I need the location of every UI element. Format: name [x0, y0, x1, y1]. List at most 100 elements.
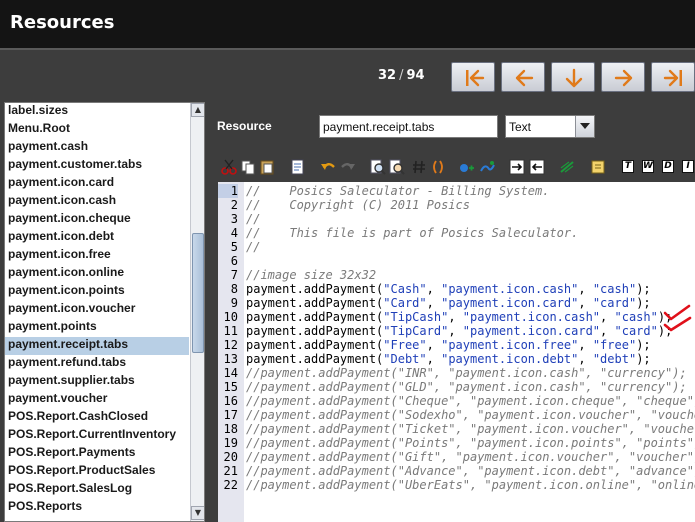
format-icon[interactable]: [559, 159, 575, 175]
code-line: 12 payment.addPayment("Free", "payment.ic…: [218, 338, 695, 352]
hash-icon[interactable]: [411, 159, 427, 175]
resource-list-item[interactable]: payment.icon.cash: [5, 193, 189, 211]
resources-window: Resources 32/94 label.sizes Menu.Root paym…: [0, 0, 695, 522]
checkmark-annotation-icon: [663, 304, 692, 332]
code-comment: //payment.addPayment("Sodexho", "payment…: [246, 408, 695, 422]
down-record-button[interactable]: [551, 62, 595, 92]
replace-icon[interactable]: [389, 159, 405, 175]
list-scrollbar[interactable]: ▲ ▼: [190, 103, 204, 521]
line-number: 5: [230, 240, 238, 254]
line-number: 2: [230, 198, 238, 212]
resource-list-item[interactable]: payment.icon.online: [5, 265, 189, 283]
resource-name-input[interactable]: [319, 115, 498, 138]
resource-list-item[interactable]: payment.supplier.tabs: [5, 373, 189, 391]
resource-list-item[interactable]: POS.Report.CashClosed: [5, 409, 189, 427]
resource-list-item[interactable]: payment.icon.cheque: [5, 211, 189, 229]
insert-icon[interactable]: [459, 159, 475, 175]
previous-record-button[interactable]: [501, 62, 545, 92]
brackets-icon[interactable]: [430, 159, 446, 175]
line-number: 3: [230, 212, 238, 226]
code-string: "free": [592, 338, 637, 352]
code-call: payment.addPayment(: [246, 310, 384, 324]
paste-icon[interactable]: [259, 159, 275, 175]
line-number: 14: [223, 366, 238, 380]
resource-list-item[interactable]: payment.icon.free: [5, 247, 189, 265]
text-w-icon[interactable]: W: [642, 160, 654, 173]
resource-list-item[interactable]: payment.icon.points: [5, 283, 189, 301]
code-string: "payment.icon.free": [441, 338, 579, 352]
resource-list-item[interactable]: label.sizes: [5, 103, 189, 121]
code-string: "card": [614, 324, 658, 338]
text-t-icon[interactable]: T: [622, 160, 634, 173]
resource-list[interactable]: label.sizes Menu.Root payment.cash payment.…: [4, 102, 205, 522]
code-string: "payment.icon.card": [441, 296, 579, 310]
resource-list-item[interactable]: payment.refund.tabs: [5, 355, 189, 373]
scroll-thumb[interactable]: [192, 233, 204, 353]
title-separator: [0, 48, 695, 50]
code-editor[interactable]: 1 // Posics Saleculator - Billing System.…: [218, 182, 695, 522]
last-record-button[interactable]: [651, 62, 695, 92]
code-line: 19 //payment.addPayment("Points", "paymen…: [218, 436, 695, 450]
code-comment: //image size 32x32: [246, 268, 377, 282]
text-d-icon[interactable]: D: [662, 160, 674, 173]
resource-list-item[interactable]: payment.icon.voucher: [5, 301, 189, 319]
first-icon: [466, 69, 485, 87]
find-icon[interactable]: [370, 159, 386, 175]
arrow-left-icon: [515, 69, 534, 87]
code-line: 22 //payment.addPayment("UberEats", "paym…: [218, 478, 695, 492]
resource-list-item[interactable]: POS.Report.CurrentInventory: [5, 427, 189, 445]
resource-list-item[interactable]: POS.Report.ProductSales: [5, 463, 189, 481]
resource-type-select[interactable]: Text: [505, 115, 595, 138]
line-number: 13: [223, 352, 238, 366]
redo-icon[interactable]: [340, 159, 356, 175]
resource-list-item[interactable]: payment.icon.card: [5, 175, 189, 193]
code-comment: // Posics Saleculator - Billing System.: [246, 184, 550, 198]
code-line: 9 payment.addPayment("Card", "payment.ico…: [218, 296, 695, 310]
indent-icon[interactable]: [509, 159, 525, 175]
text-i-icon[interactable]: I: [682, 160, 694, 173]
code-end: );: [636, 352, 651, 366]
resource-list-item[interactable]: POS.Reports: [5, 499, 189, 517]
code-line: 16 //payment.addPayment("Cheque", "paymen…: [218, 394, 695, 408]
code-line: 15 //payment.addPayment("GLD", "payment.i…: [218, 380, 695, 394]
resource-list-item[interactable]: payment.voucher: [5, 391, 189, 409]
code-line: 14 //payment.addPayment("INR", "payment.i…: [218, 366, 695, 380]
code-line: 11 payment.addPayment("TipCard", "payment…: [218, 324, 695, 338]
scroll-up-icon[interactable]: ▲: [191, 103, 204, 117]
code-call: payment.addPayment(: [246, 324, 384, 338]
line-number: 4: [230, 226, 238, 240]
scroll-down-icon[interactable]: ▼: [191, 506, 204, 520]
code-comment: //: [246, 240, 261, 254]
resource-list-item[interactable]: payment.receipt.tabs: [5, 337, 189, 355]
resource-list-item[interactable]: payment.cash: [5, 139, 189, 157]
link-icon[interactable]: [479, 159, 495, 175]
next-record-button[interactable]: [601, 62, 645, 92]
line-number: 17: [223, 408, 238, 422]
code-comment: //payment.addPayment("Cheque", "payment.…: [246, 394, 695, 408]
code-string: "cash": [592, 282, 637, 296]
resource-list-item[interactable]: payment.points: [5, 319, 189, 337]
first-record-button[interactable]: [451, 62, 495, 92]
line-number: 20: [223, 450, 238, 464]
resource-list-item[interactable]: POS.Report.Payments: [5, 445, 189, 463]
code-line: 21 //payment.addPayment("Advance", "payme…: [218, 464, 695, 478]
resource-list-item[interactable]: payment.customer.tabs: [5, 157, 189, 175]
code-string: "payment.icon.card": [462, 324, 601, 338]
code-string: "Cash": [383, 282, 427, 296]
line-number: 10: [223, 310, 238, 324]
resource-list-item[interactable]: payment.icon.debt: [5, 229, 189, 247]
resource-list-item[interactable]: Menu.Root: [5, 121, 189, 139]
cut-icon[interactable]: [221, 159, 237, 175]
chevron-down-icon: [580, 123, 590, 129]
dropdown-button[interactable]: [575, 116, 594, 137]
export-icon[interactable]: [290, 159, 306, 175]
copy-icon[interactable]: [240, 159, 256, 175]
line-number: 9: [230, 296, 238, 310]
comment-icon[interactable]: [590, 159, 606, 175]
code-string: "Card": [383, 296, 427, 310]
resource-list-item[interactable]: POS.Report.SalesLog: [5, 481, 189, 499]
record-separator: /: [399, 68, 404, 83]
outdent-icon[interactable]: [529, 159, 545, 175]
undo-icon[interactable]: [320, 159, 336, 175]
code-comment: //payment.addPayment("Advance", "payment…: [246, 464, 695, 478]
